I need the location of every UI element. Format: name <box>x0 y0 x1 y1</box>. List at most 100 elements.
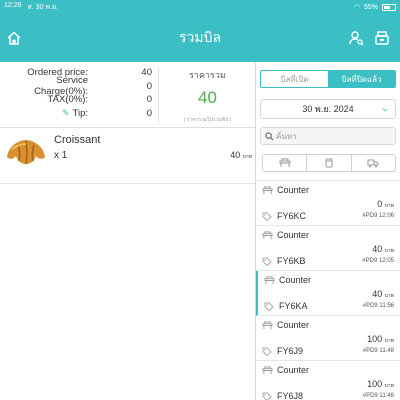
status-bar: 12:26 ส. 30 พ.ย. ◠ 55% <box>0 0 400 14</box>
tag-icon <box>262 392 272 400</box>
tax-row: TAX(0%): 0 <box>0 93 155 107</box>
bill-amount: 100 บาท <box>367 334 394 345</box>
bill-device: #PD9 <box>362 348 378 354</box>
bill-amount: 40 บาท <box>372 289 394 300</box>
bill-amount: 100 บาท <box>367 379 394 390</box>
bill-summary: Ordered price: 40 Service Charge(0%): 0 … <box>0 62 255 128</box>
chevron-down-icon: ⌄ <box>380 103 389 114</box>
order-type-filters <box>262 154 396 172</box>
bill-time: 12:06 <box>378 213 394 219</box>
bill-amount-unit: บาท <box>384 383 394 389</box>
counter-icon <box>264 276 275 285</box>
bill-amount-unit: บาท <box>384 293 394 299</box>
cash-drawer-icon[interactable] <box>372 28 392 48</box>
tab-open-bills[interactable]: บิลที่เปิด <box>261 71 328 87</box>
bill-device: #PD9 <box>362 393 378 399</box>
bill-type: Counter <box>277 230 310 240</box>
bill-time: 11:48 <box>379 348 394 354</box>
bill-code: FY6J8 <box>277 391 304 400</box>
bill-amount-value: 0 <box>377 199 383 209</box>
header-bar: รวมบิล <box>0 14 400 62</box>
tip-label: Tip: <box>72 107 88 119</box>
bill-item[interactable]: Counter 100 บาท FY6J9 #PD9 11:48 <box>256 316 400 361</box>
total-box: ราคารวม 40 ( ราคารวมไม่รวมทิป ) <box>160 68 255 124</box>
bill-code: FY6KB <box>277 256 306 266</box>
bill-meta: #PD9 11:48 <box>363 348 394 354</box>
item-quantity: x 1 <box>54 150 68 161</box>
item-price-unit: บาท <box>242 154 252 160</box>
wifi-icon: ◠ <box>353 4 360 11</box>
bill-code: FY6KC <box>277 211 307 221</box>
bill-item-selected[interactable]: Counter 40 บาท FY6KA #PD9 11:56 <box>256 271 400 316</box>
bill-time: 12:05 <box>378 258 394 264</box>
tip-edit-button[interactable]: ✎ Tip: <box>0 108 88 119</box>
summary-divider <box>158 68 159 124</box>
total-value: 40 <box>198 88 217 107</box>
total-note: ( ราคารวมไม่รวมทิป ) <box>183 117 232 123</box>
bill-time: 11:46 <box>379 393 394 399</box>
bill-amount-unit: บาท <box>384 248 394 254</box>
bill-meta: #PD9 11:56 <box>363 303 394 309</box>
bill-device: #PD9 <box>362 303 378 309</box>
bill-meta: #PD9 12:06 <box>362 213 394 219</box>
item-price-value: 40 <box>230 150 241 160</box>
battery-icon <box>382 3 396 11</box>
counter-icon <box>262 186 273 195</box>
item-price: 40 บาท <box>200 150 252 161</box>
bill-item[interactable]: Counter 0 บาท FY6KC #PD9 12:06 <box>256 181 400 226</box>
bill-status-tabs: บิลที่เปิด บิลที่ปิดแล้ว <box>260 70 396 88</box>
bill-code: FY6KA <box>279 301 308 311</box>
tip-row[interactable]: ✎ Tip: 0 <box>0 107 155 121</box>
customer-search-icon[interactable] <box>346 28 366 48</box>
bill-item[interactable]: Counter 40 บาท FY6KB #PD9 12:05 <box>256 226 400 271</box>
bill-type: Counter <box>277 185 310 195</box>
home-icon[interactable] <box>4 28 24 48</box>
bill-list: Counter 0 บาท FY6KC #PD9 12:06 Counter 4… <box>256 180 400 400</box>
bill-code: FY6J9 <box>277 346 304 356</box>
counter-icon <box>279 158 291 167</box>
bill-amount: 40 บาท <box>372 244 394 255</box>
counter-icon <box>262 321 273 330</box>
cup-filter[interactable] <box>307 155 352 171</box>
counter-icon <box>262 231 273 240</box>
tag-icon <box>262 257 272 266</box>
service-charge-value: 0 <box>146 80 152 92</box>
bill-type: Counter <box>277 365 310 375</box>
search-icon <box>265 131 274 140</box>
service-charge-row: Service Charge(0%): 0 <box>0 75 155 97</box>
cup-icon <box>325 158 333 168</box>
bill-amount-value: 40 <box>372 289 383 299</box>
bill-device: #PD9 <box>362 213 378 219</box>
date-value: 30 พ.ย. 2024 <box>302 104 354 114</box>
bill-amount-value: 100 <box>367 379 383 389</box>
ordered-price-value: 40 <box>141 67 152 79</box>
tax-value: 0 <box>146 94 152 106</box>
page-title: รวมบิล <box>178 29 222 45</box>
bill-item[interactable]: Counter 100 บาท FY6J8 #PD9 11:46 <box>256 361 400 400</box>
tip-value: 0 <box>146 107 152 119</box>
item-name: Croissant <box>54 134 101 146</box>
tax-label: TAX(0%): <box>47 94 88 106</box>
order-item[interactable]: Croissant x 1 40 บาท <box>0 128 255 184</box>
delivery-icon <box>367 159 379 168</box>
delivery-filter[interactable] <box>352 155 395 171</box>
date-select[interactable]: 30 พ.ย. 2024 ⌄ <box>260 99 396 119</box>
counter-icon <box>262 366 273 375</box>
tag-icon <box>264 302 274 311</box>
battery-percent: 55% <box>363 3 378 11</box>
tab-closed-bills[interactable]: บิลที่ปิดแล้ว <box>328 71 395 87</box>
bill-amount-unit: บาท <box>384 338 394 344</box>
search-input[interactable]: ค้นหา <box>260 127 396 145</box>
search-placeholder: ค้นหา <box>276 131 297 141</box>
total-label: ราคารวม <box>189 70 226 80</box>
bill-meta: #PD9 12:05 <box>362 258 394 264</box>
tag-icon <box>262 212 272 221</box>
pencil-icon[interactable]: ✎ <box>62 108 70 118</box>
counter-filter[interactable] <box>263 155 308 171</box>
bill-amount-unit: บาท <box>384 203 394 209</box>
bill-device: #PD9 <box>362 258 378 264</box>
bill-amount-value: 100 <box>367 334 383 344</box>
status-time: 12:26 <box>4 1 22 9</box>
bill-amount: 0 บาท <box>377 199 394 210</box>
bill-time: 11:56 <box>379 303 394 309</box>
